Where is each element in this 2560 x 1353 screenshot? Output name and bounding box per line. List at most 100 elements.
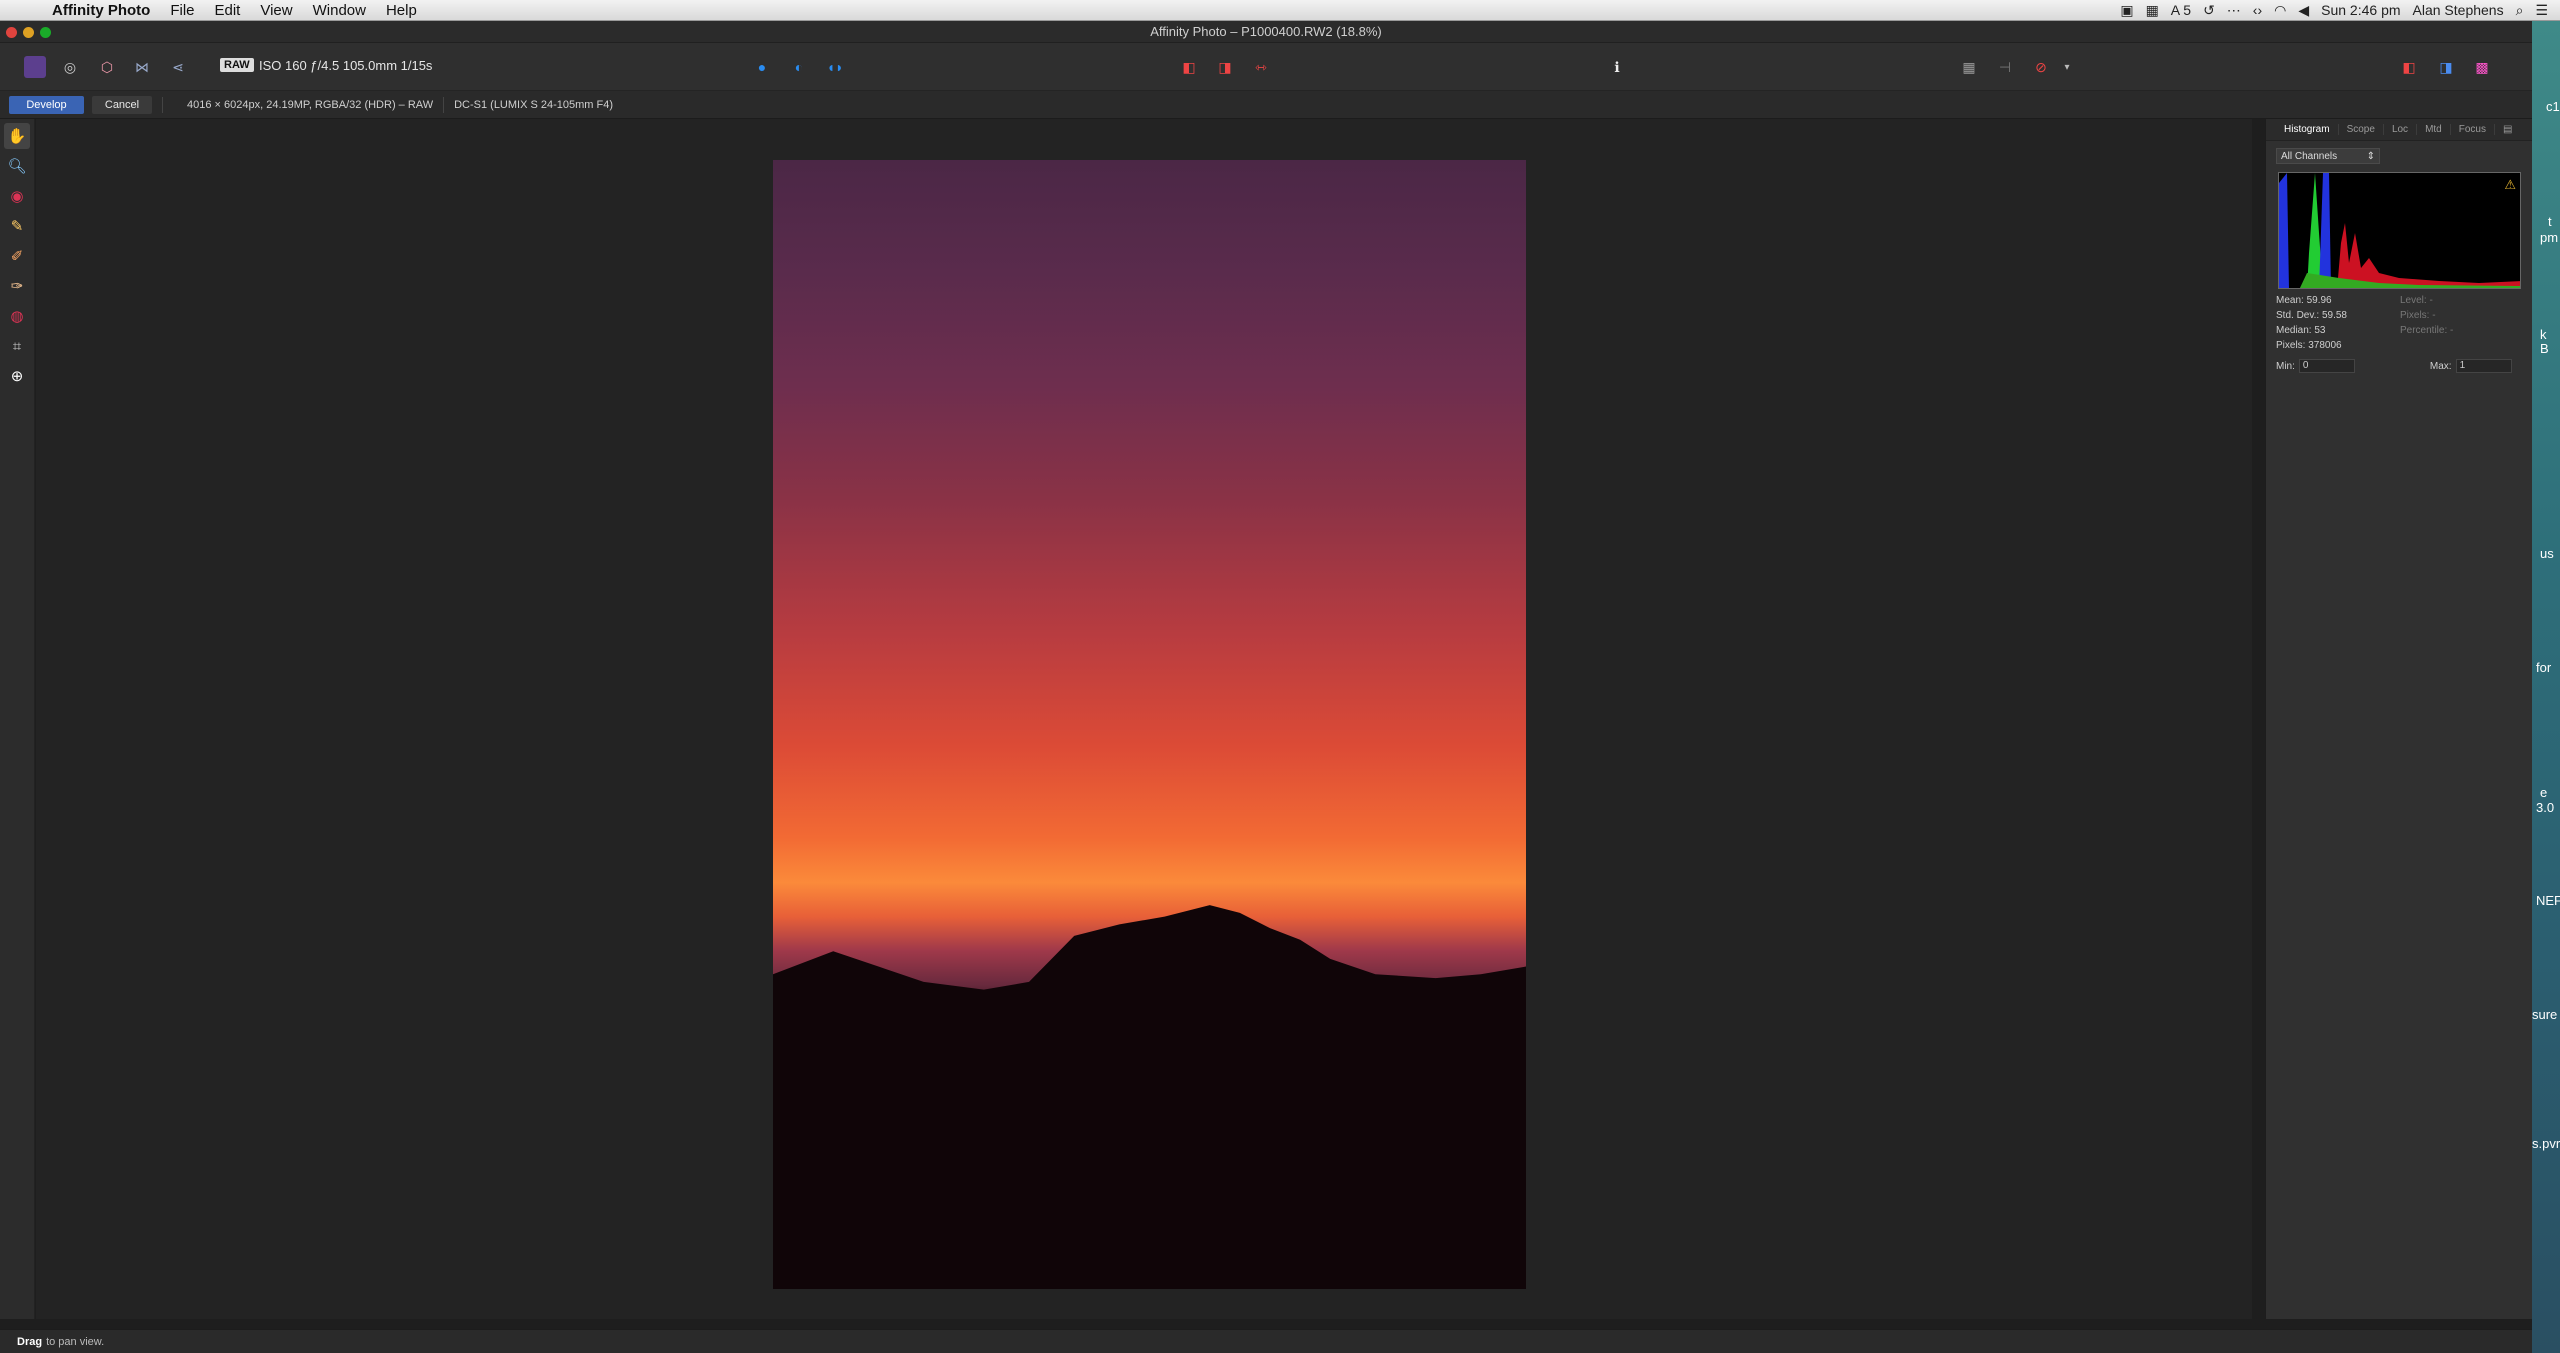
desktop-label[interactable]: NEF bbox=[2536, 893, 2560, 908]
histogram-graph: ⚠ bbox=[2278, 172, 2521, 289]
mirror-view-icon[interactable]: ◨ bbox=[1214, 56, 1236, 78]
window-title: Affinity Photo – P1000400.RW2 (18.8%) bbox=[1150, 24, 1382, 39]
desktop-label[interactable]: c1 bbox=[2546, 99, 2560, 114]
status-text: to pan view. bbox=[46, 1335, 105, 1348]
channel-dropdown[interactable]: All Channels ⇕ bbox=[2276, 148, 2380, 164]
stat-percentile: Percentile: - bbox=[2400, 325, 2454, 336]
menu-edit[interactable]: Edit bbox=[205, 2, 251, 19]
desktop-label[interactable]: B bbox=[2540, 341, 2549, 356]
tab-focus[interactable]: Focus bbox=[2451, 124, 2495, 135]
panel-left-icon[interactable]: ◧ bbox=[2398, 56, 2420, 78]
develop-persona-icon[interactable]: ⬡ bbox=[96, 56, 118, 78]
export-persona-icon[interactable]: ⋖ bbox=[167, 56, 189, 78]
adobe-badge-count: 5 bbox=[2183, 2, 2192, 18]
grid-status-icon[interactable]: ▦ bbox=[2146, 2, 2159, 19]
hand-icon[interactable]: ✋ bbox=[4, 123, 30, 149]
desktop-label[interactable]: pm bbox=[2540, 230, 2558, 245]
clipped-highlights-icon[interactable]: ● bbox=[751, 56, 773, 78]
desktop-label[interactable]: e bbox=[2540, 785, 2547, 800]
menubar-clock[interactable]: Sun 2:46 pm bbox=[2321, 2, 2400, 18]
cancel-button[interactable]: Cancel bbox=[92, 95, 152, 114]
tab-scope[interactable]: Scope bbox=[2339, 124, 2384, 135]
color-panel-icon[interactable]: ▩ bbox=[2471, 56, 2493, 78]
image-info: 4016 × 6024px, 24.19MP, RGBA/32 (HDR) – … bbox=[187, 98, 434, 111]
photo-persona-icon[interactable] bbox=[24, 56, 46, 78]
notification-center-icon[interactable]: ☰ bbox=[2535, 2, 2548, 19]
histogram-curves bbox=[2279, 173, 2520, 288]
main-toolbar: ◎ ⬡ ⋈ ⋖ RAW ISO 160 ƒ/4.5 105.0mm 1/15s … bbox=[0, 43, 2532, 91]
overlay-gradient-icon[interactable]: ◍ bbox=[4, 303, 30, 329]
white-balance-picker-icon[interactable]: ⊕ bbox=[4, 363, 30, 389]
panel-menu-icon[interactable]: ▤ bbox=[2495, 124, 2520, 135]
raw-badge: RAW bbox=[220, 58, 254, 72]
macos-menubar: Affinity Photo File Edit View Window Hel… bbox=[0, 0, 2560, 21]
document-canvas[interactable] bbox=[36, 119, 2252, 1319]
guides-icon[interactable]: ⊣ bbox=[1994, 56, 2016, 78]
min-input[interactable]: 0 bbox=[2298, 359, 2355, 373]
overlay-erase-icon[interactable]: ✑ bbox=[4, 273, 30, 299]
blemish-icon[interactable]: ✎ bbox=[4, 213, 30, 239]
desktop-label[interactable]: t bbox=[2548, 214, 2552, 229]
adobe-status-icon[interactable]: A 5 bbox=[2171, 2, 2191, 18]
bbedit-status-icon[interactable]: ▣ bbox=[2120, 2, 2133, 19]
menu-view[interactable]: View bbox=[250, 2, 302, 19]
info-icon[interactable]: ℹ bbox=[1606, 56, 1628, 78]
desktop-label[interactable]: s.pvr bbox=[2532, 1136, 2560, 1151]
stats-right: Level: - Pixels: - Percentile: - bbox=[2400, 293, 2524, 353]
volume-icon[interactable]: ◀ bbox=[2298, 2, 2309, 19]
panel-tabs: Histogram Scope Loc Mtd Focus ▤ bbox=[2266, 119, 2532, 141]
menu-help[interactable]: Help bbox=[376, 2, 427, 19]
split-view-icon[interactable]: ◧ bbox=[1178, 56, 1200, 78]
divider bbox=[443, 96, 445, 113]
dropdown-arrow-icon: ⇕ bbox=[2366, 150, 2375, 162]
desktop-label[interactable]: 3.0 bbox=[2536, 800, 2554, 815]
minimize-window-icon[interactable] bbox=[23, 27, 34, 38]
crop-icon[interactable]: ⌗ bbox=[4, 333, 30, 359]
clipped-tones-icon[interactable]: ◖◗ bbox=[824, 56, 846, 78]
menu-window[interactable]: Window bbox=[303, 2, 376, 19]
sunset-photo[interactable] bbox=[773, 160, 1526, 1289]
develop-button[interactable]: Develop bbox=[9, 95, 84, 114]
exif-info: ISO 160 ƒ/4.5 105.0mm 1/15s bbox=[259, 58, 433, 73]
desktop-label[interactable]: k bbox=[2540, 327, 2547, 342]
lens-info: DC-S1 (LUMIX S 24-105mm F4) bbox=[454, 98, 614, 111]
menu-file[interactable]: File bbox=[160, 2, 204, 19]
divider bbox=[162, 96, 163, 113]
grid-overlay-icon[interactable]: ▦ bbox=[1958, 56, 1980, 78]
tab-mtd[interactable]: Mtd bbox=[2417, 124, 2451, 135]
zoom-icon[interactable]: 🔍︎ bbox=[4, 153, 30, 179]
warning-icon[interactable]: ⚠ bbox=[2504, 177, 2516, 193]
compare-view-icon[interactable]: ⇿ bbox=[1250, 56, 1272, 78]
chevron-down-icon[interactable]: ▾ bbox=[2056, 56, 2078, 78]
desktop-label[interactable]: us bbox=[2540, 546, 2554, 561]
stat-pixels-sel: Pixels: - bbox=[2400, 310, 2436, 321]
panel-right-icon[interactable]: ◨ bbox=[2435, 56, 2457, 78]
clipped-shadows-icon[interactable]: ◐ bbox=[788, 56, 810, 78]
desktop-label[interactable]: sure bbox=[2532, 1007, 2557, 1022]
menubar-user[interactable]: Alan Stephens bbox=[2413, 2, 2504, 18]
tools-panel: ✋ 🔍︎ ◉ ✎ ✐ ✑ ◍ ⌗ ⊕ bbox=[0, 119, 35, 1319]
desktop-label[interactable]: for bbox=[2536, 660, 2551, 675]
spotlight-icon[interactable]: ⌕ bbox=[2516, 2, 2524, 19]
max-input[interactable]: 1 bbox=[2455, 359, 2512, 373]
channel-dropdown-value: All Channels bbox=[2281, 150, 2338, 162]
stat-stddev: Std. Dev.: 59.58 bbox=[2276, 310, 2347, 321]
overlay-toggle-icon[interactable]: ⊘ bbox=[2030, 56, 2052, 78]
tab-histogram[interactable]: Histogram bbox=[2276, 124, 2339, 135]
dots-status-icon[interactable]: ⋯ bbox=[2227, 2, 2241, 19]
wifi-icon[interactable]: ◠ bbox=[2274, 2, 2286, 19]
desktop-background bbox=[2532, 21, 2560, 1353]
code-status-icon[interactable]: ‹› bbox=[2253, 2, 2262, 18]
close-window-icon[interactable] bbox=[6, 27, 17, 38]
tab-loc[interactable]: Loc bbox=[2384, 124, 2418, 135]
red-eye-icon[interactable]: ◉ bbox=[4, 183, 30, 209]
app-menu[interactable]: Affinity Photo bbox=[52, 2, 160, 19]
overlay-paint-icon[interactable]: ✐ bbox=[4, 243, 30, 269]
zoom-window-icon[interactable] bbox=[40, 27, 51, 38]
stats-left: Mean: 59.96 Std. Dev.: 59.58 Median: 53 … bbox=[2276, 293, 2400, 353]
time-machine-icon[interactable]: ↺ bbox=[2203, 2, 2215, 19]
window-titlebar: Affinity Photo – P1000400.RW2 (18.8%) bbox=[0, 21, 2532, 43]
tone-mapping-persona-icon[interactable]: ⋈ bbox=[131, 56, 153, 78]
stat-pixels: Pixels: 378006 bbox=[2276, 340, 2342, 351]
liquify-persona-icon[interactable]: ◎ bbox=[59, 56, 81, 78]
